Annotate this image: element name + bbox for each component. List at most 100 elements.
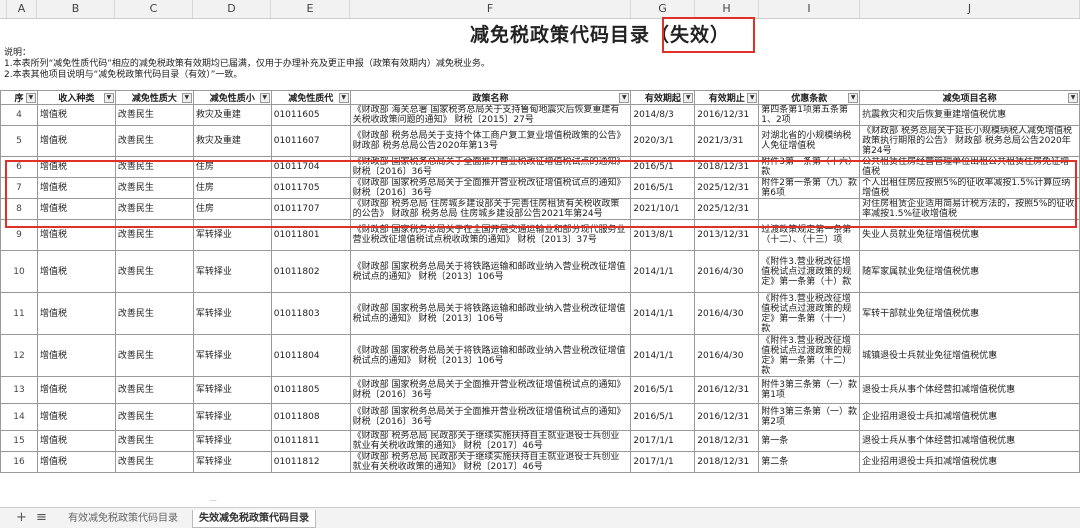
filter-dropdown-icon[interactable]: ▼ [181, 93, 192, 103]
row-index[interactable]: 13 [0, 376, 38, 404]
income-type-cell[interactable]: 增值税 [36, 334, 116, 377]
relief-category-cell[interactable]: 改善民生 [114, 430, 194, 452]
row-index[interactable]: 15 [0, 430, 38, 452]
policy-name-cell[interactable]: 《财政部 税务总局关于支持个体工商户复工复业增值税政策的公告》 财政部 税务总局… [349, 125, 632, 157]
header-income-type[interactable]: 收入种类 ▼ [36, 90, 116, 105]
relief-code-cell[interactable]: 01011605 [270, 104, 351, 126]
clause-cell[interactable]: 附件3第三条第（一）款第1项 [758, 376, 861, 404]
table-row[interactable]: 13 增值税 改善民生 军转择业 01011805 《财政部 国家税务总局关于全面推开营业… [0, 376, 1080, 404]
valid-from-cell[interactable]: 2016/5/1 [630, 403, 696, 431]
table-row[interactable]: 9 增值税 改善民生 军转择业 01011801 《财政部 国家税务总局关于在全国开展交通… [0, 219, 1080, 251]
valid-from-cell[interactable]: 2017/1/1 [630, 451, 696, 473]
policy-name-cell[interactable]: 《财政部 海关总署 国家税务总局关于支持鲁甸地震灾后恢复重建有关税收政策问题的通… [349, 104, 632, 126]
scroll-marker[interactable]: --- [210, 497, 240, 504]
relief-category-cell[interactable]: 改善民生 [114, 177, 194, 199]
header-policy-name[interactable]: 政策名称 ▼ [349, 90, 632, 105]
filter-dropdown-icon[interactable]: ▼ [848, 93, 859, 103]
table-row[interactable]: 11 增值税 改善民生 军转择业 01011803 《财政部 国家税务总局关于将铁路运输和… [0, 292, 1080, 335]
relief-subcategory-cell[interactable]: 军转择业 [192, 430, 272, 452]
relief-subcategory-cell[interactable]: 军转择业 [192, 376, 272, 404]
relief-category-cell[interactable]: 改善民生 [114, 334, 194, 377]
col-H[interactable]: H [695, 0, 759, 18]
item-name-cell[interactable]: 抗震救灾和灾后恢复重建增值税优惠 [859, 104, 1080, 126]
valid-to-cell[interactable]: 2018/12/31 [694, 430, 760, 452]
clause-cell[interactable]: 附件2第一条第（九）款第6项 [758, 177, 861, 199]
add-sheet-button[interactable]: + [16, 510, 27, 526]
relief-category-cell[interactable]: 改善民生 [114, 376, 194, 404]
policy-name-cell[interactable]: 《财政部 国家税务总局关于全面推开营业税改征增值税试点的通知》 财税〔2016〕… [349, 376, 632, 404]
income-type-cell[interactable]: 增值税 [36, 177, 116, 199]
col-E[interactable]: E [271, 0, 350, 18]
relief-category-cell[interactable]: 改善民生 [114, 292, 194, 335]
policy-name-cell[interactable]: 《财政部 国家税务总局关于全面推开营业税改征增值税试点的通知》 财税〔2016〕… [349, 177, 632, 199]
table-row[interactable]: 12 增值税 改善民生 军转择业 01011804 《财政部 国家税务总局关于将铁路运输和… [0, 334, 1080, 377]
valid-from-cell[interactable]: 2016/5/1 [630, 156, 696, 178]
valid-from-cell[interactable]: 2014/1/1 [630, 334, 696, 377]
header-relief-code[interactable]: 减免性质代 ▼ [270, 90, 351, 105]
item-name-cell[interactable]: 《财政部 税务总局关于延长小规模纳税人减免增值税政策执行期限的公告》 财政部 税… [859, 125, 1080, 157]
relief-category-cell[interactable]: 改善民生 [114, 125, 194, 157]
clause-cell[interactable]: 附件3第三条第（一）款第2项 [758, 403, 861, 431]
tab-valid-codes[interactable]: 有效减免税政策代码目录 [62, 510, 184, 527]
policy-name-cell[interactable]: 《财政部 国家税务总局关于在全国开展交通运输业和部分现代服务业营业税改征增值税试… [349, 219, 632, 251]
relief-code-cell[interactable]: 01011705 [270, 177, 351, 199]
row-index[interactable]: 8 [0, 198, 38, 220]
relief-code-cell[interactable]: 01011812 [270, 451, 351, 473]
item-name-cell[interactable]: 退役士兵从事个体经营扣减增值税优惠 [859, 376, 1080, 404]
valid-to-cell[interactable]: 2016/4/30 [694, 334, 760, 377]
clause-cell[interactable]: 《附件3.营业税改征增值税试点过渡政策的规定》第一条第（十一）款 [758, 292, 861, 335]
relief-code-cell[interactable]: 01011808 [270, 403, 351, 431]
clause-cell[interactable]: 过渡政策规定第一条第（十二）、（十三）项 [758, 219, 861, 251]
header-item-name[interactable]: 减免项目名称 ▼ [859, 90, 1080, 105]
policy-name-cell[interactable]: 《财政部 国家税务总局关于全面推开营业税改征增值税试点的通知》 财税〔2016〕… [349, 403, 632, 431]
relief-subcategory-cell[interactable]: 军转择业 [192, 292, 272, 335]
income-type-cell[interactable]: 增值税 [36, 104, 116, 126]
table-row[interactable]: 10 增值税 改善民生 军转择业 01011802 《财政部 国家税务总局关于将铁路运输和… [0, 250, 1080, 293]
relief-subcategory-cell[interactable]: 军转择业 [192, 219, 272, 251]
relief-subcategory-cell[interactable]: 军转择业 [192, 334, 272, 377]
clause-cell[interactable]: 第二条 [758, 451, 861, 473]
item-name-cell[interactable]: 企业招用退役士兵扣减增值税优惠 [859, 403, 1080, 431]
header-relief-category[interactable]: 减免性质大 ▼ [114, 90, 194, 105]
valid-to-cell[interactable]: 2025/12/31 [694, 177, 760, 199]
col-B[interactable]: B [37, 0, 115, 18]
relief-subcategory-cell[interactable]: 住房 [192, 156, 272, 178]
item-name-cell[interactable]: 城镇退役士兵就业免征增值税优惠 [859, 334, 1080, 377]
relief-category-cell[interactable]: 改善民生 [114, 198, 194, 220]
clause-cell[interactable] [758, 198, 861, 220]
policy-name-cell[interactable]: 《财政部 国家税务总局关于将铁路运输和邮政业纳入营业税改征增值税试点的通知》 财… [349, 334, 632, 377]
spreadsheet-area[interactable]: A B C D E F G H I J 减免税政策代码目录（失效） 说明： 1.… [0, 0, 1080, 507]
income-type-cell[interactable]: 增值税 [36, 376, 116, 404]
item-name-cell[interactable]: 随军家属就业免征增值税优惠 [859, 250, 1080, 293]
header-clause[interactable]: 优惠条款 ▼ [758, 90, 861, 105]
income-type-cell[interactable]: 增值税 [36, 156, 116, 178]
table-row[interactable]: 8 增值税 改善民生 住房 01011707 《财政部 税务总局 住房城乡建设部关于完善住… [0, 198, 1080, 220]
row-index[interactable]: 14 [0, 403, 38, 431]
income-type-cell[interactable]: 增值税 [36, 250, 116, 293]
relief-category-cell[interactable]: 改善民生 [114, 219, 194, 251]
col-A[interactable]: A [7, 0, 37, 18]
relief-code-cell[interactable]: 01011803 [270, 292, 351, 335]
valid-from-cell[interactable]: 2014/1/1 [630, 292, 696, 335]
relief-category-cell[interactable]: 改善民生 [114, 451, 194, 473]
table-row[interactable]: 6 增值税 改善民生 住房 01011704 《财政部 国家税务总局关于全面推开营业税改征… [0, 156, 1080, 178]
table-row[interactable]: 4 增值税 改善民生 救灾及重建 01011605 《财政部 海关总署 国家税务总局关于支… [0, 104, 1080, 126]
income-type-cell[interactable]: 增值税 [36, 198, 116, 220]
clause-cell[interactable]: 对湖北省的小规模纳税人免征增值税 [758, 125, 861, 157]
sheet-list-icon[interactable]: ≡ [36, 510, 47, 526]
relief-subcategory-cell[interactable]: 军转择业 [192, 451, 272, 473]
valid-to-cell[interactable]: 2013/12/31 [694, 219, 760, 251]
policy-name-cell[interactable]: 《财政部 国家税务总局关于全面推开营业税改征增值税试点的通知》 财税〔2016〕… [349, 156, 632, 178]
relief-code-cell[interactable]: 01011802 [270, 250, 351, 293]
policy-name-cell[interactable]: 《财政部 国家税务总局关于将铁路运输和邮政业纳入营业税改征增值税试点的通知》 财… [349, 292, 632, 335]
valid-from-cell[interactable]: 2013/8/1 [630, 219, 696, 251]
income-type-cell[interactable]: 增值税 [36, 219, 116, 251]
clause-cell[interactable]: 第一条 [758, 430, 861, 452]
relief-category-cell[interactable]: 改善民生 [114, 250, 194, 293]
relief-category-cell[interactable]: 改善民生 [114, 156, 194, 178]
relief-category-cell[interactable]: 改善民生 [114, 104, 194, 126]
valid-from-cell[interactable]: 2021/10/1 [630, 198, 696, 220]
table-row[interactable]: 7 增值税 改善民生 住房 01011705 《财政部 国家税务总局关于全面推开营业税改征… [0, 177, 1080, 199]
item-name-cell[interactable]: 公共租赁住房经营管理单位出租公共租赁住房免征增值税 [859, 156, 1080, 178]
policy-name-cell[interactable]: 《财政部 税务总局 民政部关于继续实施扶持自主就业退役士兵创业就业有关税收政策的… [349, 430, 632, 452]
